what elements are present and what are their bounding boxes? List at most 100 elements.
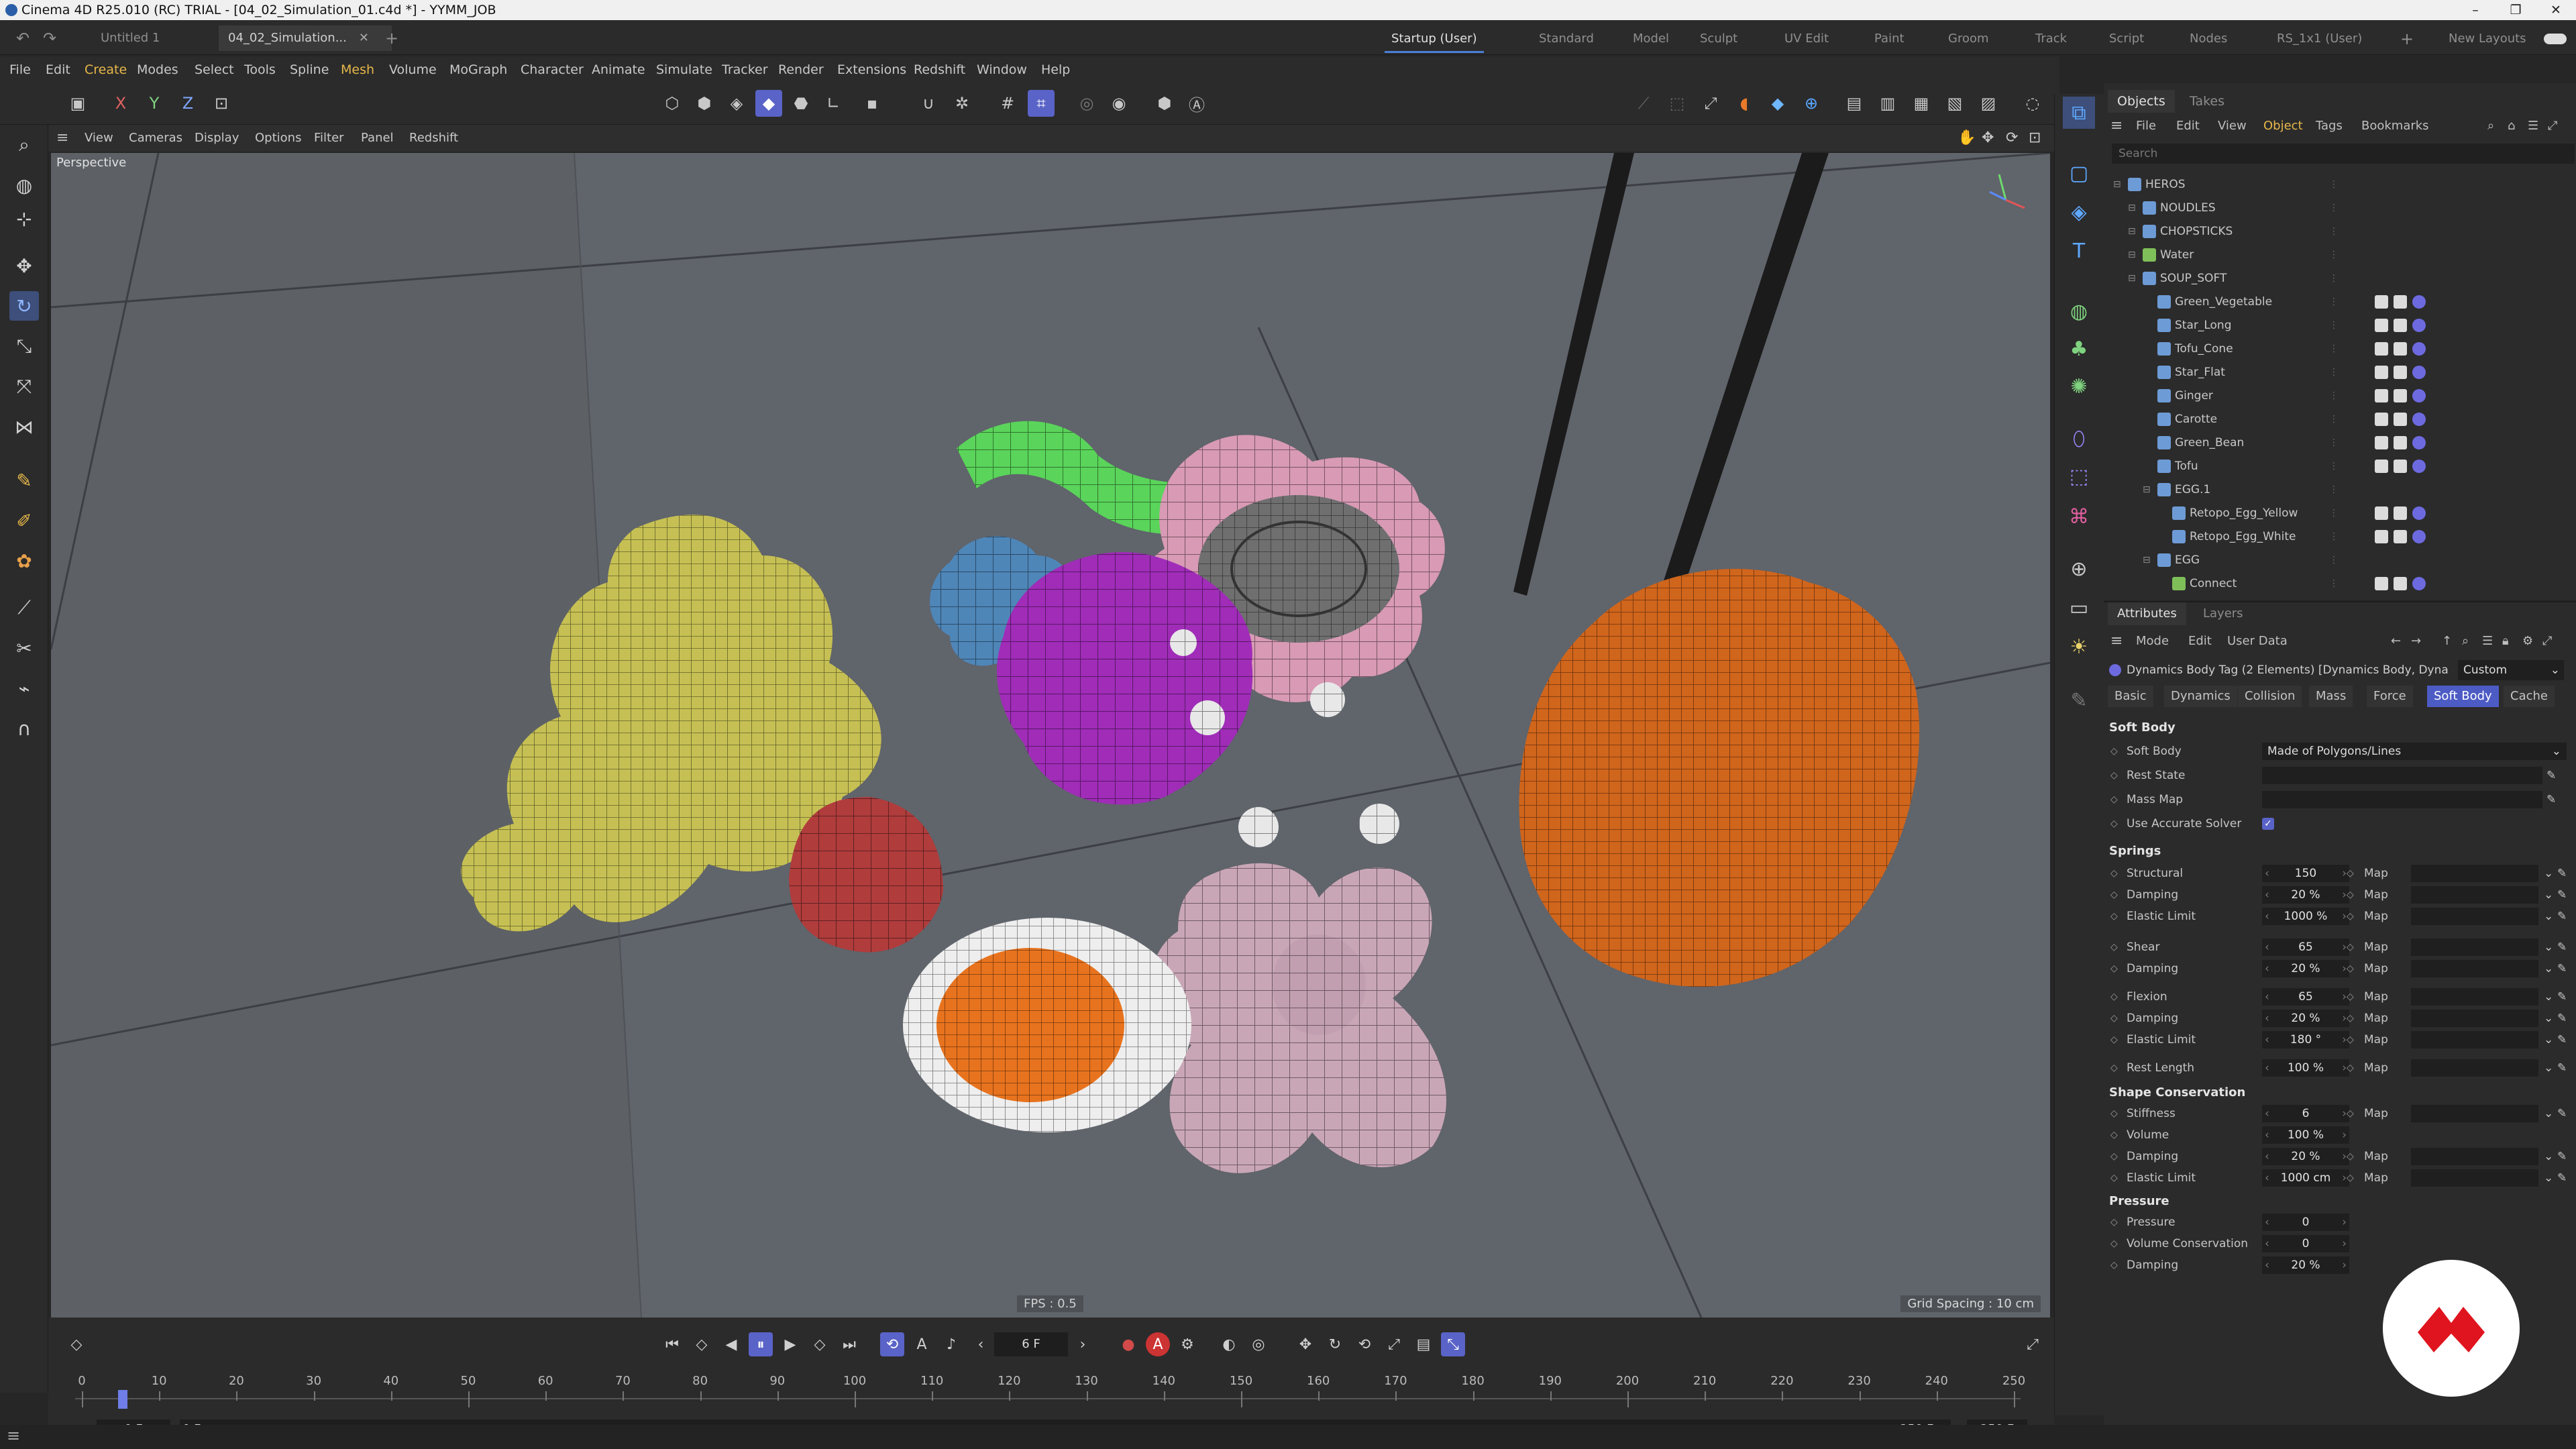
keyframe-diamond-icon[interactable]: ◇ bbox=[2110, 741, 2118, 762]
rest-state-field[interactable] bbox=[2262, 767, 2542, 784]
loop-icon[interactable]: ⟲ bbox=[880, 1332, 904, 1356]
dynamics-tag-icon[interactable] bbox=[2412, 436, 2426, 449]
map-field[interactable] bbox=[2411, 938, 2538, 956]
render-view-icon[interactable]: ⤢ bbox=[1697, 90, 1724, 117]
object-row[interactable]: Ginger ⋮ bbox=[2104, 384, 2576, 408]
expand-toggle-icon[interactable]: ⊟ bbox=[2128, 244, 2136, 267]
map-field[interactable] bbox=[2411, 960, 2538, 977]
minimize-icon[interactable]: – bbox=[2455, 0, 2496, 20]
export-icon[interactable]: ▨ bbox=[1975, 90, 2002, 117]
viewport[interactable]: Perspective FPS : 0.5 Grid Spacing : 10 … bbox=[51, 153, 2050, 1318]
map-field[interactable] bbox=[2411, 1169, 2538, 1187]
up-arrow-icon[interactable]: ↑ bbox=[2442, 629, 2452, 653]
object-name[interactable]: Retopo_Egg_Yellow bbox=[2190, 502, 2298, 525]
object-row[interactable]: Connect ⋮ bbox=[2104, 572, 2576, 596]
menu-volume[interactable]: Volume bbox=[389, 56, 437, 83]
decrement-arrow[interactable]: ‹ bbox=[2265, 1256, 2269, 1274]
param-value-field[interactable]: ‹ 1000 % › bbox=[2262, 908, 2349, 925]
material-icon[interactable]: ◆ bbox=[1764, 90, 1791, 117]
chevron-down-icon[interactable]: ⌄ bbox=[2544, 936, 2553, 958]
doc-tab-simulation[interactable]: 04_02_Simulation... ✕ bbox=[219, 25, 392, 51]
viewport-settings-icon[interactable]: ◌ bbox=[2019, 90, 2046, 117]
decrement-arrow[interactable]: ‹ bbox=[2265, 908, 2269, 925]
map-keyframe-icon[interactable]: ◇ bbox=[2347, 1057, 2354, 1079]
playback-mode-icon[interactable]: A bbox=[910, 1332, 934, 1356]
material-tag-icon[interactable] bbox=[2394, 530, 2407, 543]
keyframe-selection-icon[interactable]: ◎ bbox=[1246, 1332, 1271, 1356]
current-frame-field[interactable]: 6 F bbox=[994, 1332, 1068, 1356]
phong-tag-icon[interactable] bbox=[2375, 530, 2388, 543]
hair-icon[interactable]: ⌘ bbox=[2063, 500, 2095, 533]
filter-icon[interactable]: ☰ bbox=[2528, 114, 2538, 138]
menu-tools[interactable]: Tools bbox=[244, 56, 276, 83]
viewport-menu-filter[interactable]: Filter bbox=[314, 125, 344, 152]
coordinate-system-icon[interactable]: ⊡ bbox=[208, 90, 235, 117]
expand-toggle-icon[interactable]: ⊟ bbox=[2128, 220, 2136, 244]
param-value-field[interactable]: ‹ 20 % › bbox=[2262, 1256, 2349, 1274]
spline-sketch-icon[interactable]: ✐ bbox=[9, 506, 39, 535]
pick-icon[interactable]: ✎ bbox=[2557, 863, 2567, 884]
viewport-menu-options[interactable]: Options bbox=[255, 125, 301, 152]
map-keyframe-icon[interactable]: ◇ bbox=[2347, 863, 2354, 884]
object-row[interactable]: ⊟ NOUDLES ⋮ bbox=[2104, 197, 2576, 220]
object-name[interactable]: HEROS bbox=[2145, 173, 2186, 197]
keyframe-diamond-icon[interactable]: ◇ bbox=[2110, 936, 2118, 958]
chevron-down-icon[interactable]: ⌄ bbox=[2544, 986, 2553, 1008]
accurate-solver-checkbox[interactable]: ✓ bbox=[2262, 818, 2274, 830]
forward-arrow-icon[interactable]: → bbox=[2411, 629, 2421, 653]
new-window-icon[interactable]: ⤢ bbox=[2548, 114, 2557, 138]
increment-arrow[interactable]: › bbox=[2342, 1126, 2347, 1144]
visibility-toggle-icon[interactable]: ⋮ bbox=[2329, 502, 2339, 525]
menu-mesh[interactable]: Mesh bbox=[341, 56, 374, 83]
layout-model[interactable]: Model bbox=[1626, 27, 1676, 51]
orbit-icon[interactable]: ⟳ bbox=[2006, 125, 2018, 152]
tab-layers[interactable]: Layers bbox=[2194, 602, 2253, 625]
model-mode-icon[interactable]: ⬡ bbox=[659, 90, 686, 117]
phong-tag-icon[interactable] bbox=[2375, 436, 2388, 449]
material-tag-icon[interactable] bbox=[2394, 460, 2407, 473]
param-value-field[interactable]: ‹ 65 › bbox=[2262, 938, 2349, 956]
pick-icon[interactable]: ✎ bbox=[2557, 1103, 2567, 1124]
chevron-down-icon[interactable]: ⌄ bbox=[2544, 958, 2553, 979]
layout-sculpt[interactable]: Sculpt bbox=[1693, 27, 1744, 51]
viewport-camera-label[interactable]: Perspective bbox=[56, 156, 126, 170]
select-subtool-icon[interactable]: ⊹ bbox=[9, 204, 39, 233]
map-keyframe-icon[interactable]: ◇ bbox=[2347, 1167, 2354, 1189]
object-name[interactable]: EGG.1 bbox=[2175, 478, 2210, 502]
decrement-arrow[interactable]: ‹ bbox=[2265, 886, 2269, 904]
spline-pen-icon[interactable]: ✎ bbox=[9, 466, 39, 495]
polygon-pen-icon[interactable]: ✿ bbox=[9, 546, 39, 576]
object-name[interactable]: Water bbox=[2160, 244, 2194, 267]
keyframe-icon[interactable]: ◇ bbox=[64, 1332, 89, 1356]
object-name[interactable]: EGG bbox=[2175, 549, 2200, 572]
phong-tag-icon[interactable] bbox=[2375, 295, 2388, 309]
map-field[interactable] bbox=[2411, 1148, 2538, 1165]
menu-mograph[interactable]: MoGraph bbox=[449, 56, 507, 83]
phong-tag-icon[interactable] bbox=[2375, 342, 2388, 356]
tab-takes[interactable]: Takes bbox=[2180, 90, 2234, 113]
egg-mesh[interactable] bbox=[903, 918, 1191, 1132]
knife-icon[interactable]: ✂ bbox=[9, 633, 39, 663]
viewport-menu-cameras[interactable]: Cameras bbox=[129, 125, 182, 152]
expand-toggle-icon[interactable]: ⊟ bbox=[2128, 197, 2136, 220]
menu-render[interactable]: Render bbox=[778, 56, 824, 83]
material-tag-icon[interactable] bbox=[2394, 342, 2407, 356]
material-tag-icon[interactable] bbox=[2394, 506, 2407, 520]
layout-track[interactable]: Track bbox=[2029, 27, 2074, 51]
material-tag-icon[interactable] bbox=[2394, 413, 2407, 426]
increment-arrow[interactable]: › bbox=[2342, 1059, 2347, 1077]
visibility-toggle-icon[interactable]: ⋮ bbox=[2329, 197, 2339, 220]
param-value-field[interactable]: ‹ 6 › bbox=[2262, 1105, 2349, 1122]
phong-tag-icon[interactable] bbox=[2375, 506, 2388, 520]
home-icon[interactable]: ⌂ bbox=[2508, 114, 2515, 138]
visibility-toggle-icon[interactable]: ⋮ bbox=[2329, 431, 2339, 455]
menu-simulate[interactable]: Simulate bbox=[656, 56, 712, 83]
phong-tag-icon[interactable] bbox=[2375, 319, 2388, 332]
dynamics-tag-icon[interactable] bbox=[2412, 413, 2426, 426]
map-field[interactable] bbox=[2411, 865, 2538, 882]
material-tag-icon[interactable] bbox=[2394, 295, 2407, 309]
sound-icon[interactable]: ♪ bbox=[939, 1332, 963, 1356]
chevron-down-icon[interactable]: ⌄ bbox=[2544, 1103, 2553, 1124]
increment-arrow[interactable]: › bbox=[2342, 960, 2347, 977]
visibility-toggle-icon[interactable]: ⋮ bbox=[2329, 572, 2339, 596]
